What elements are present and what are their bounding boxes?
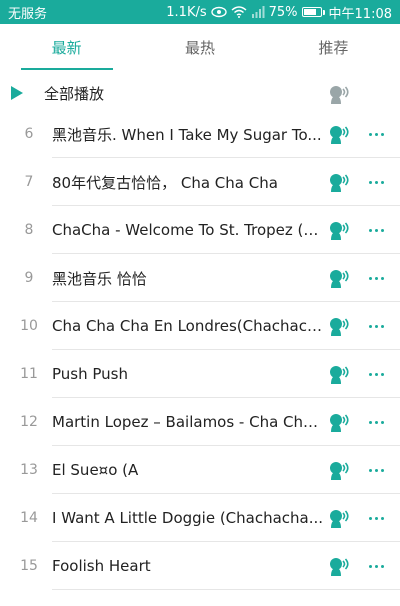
- status-bar: 无服务 1.1K/s 75% 中午11:08: [0, 0, 400, 24]
- song-number: 6: [24, 126, 34, 142]
- song-row[interactable]: 6 黑池音乐. When I Take My Sugar To...: [0, 110, 400, 158]
- more-options-icon[interactable]: [362, 506, 390, 530]
- singer-icon[interactable]: [328, 556, 350, 576]
- more-options-icon[interactable]: [362, 170, 390, 194]
- singer-icon[interactable]: [328, 364, 350, 384]
- tab-recommended[interactable]: 推荐: [267, 24, 400, 70]
- song-title: El Sue¤o (A: [52, 461, 139, 479]
- wifi-icon: [231, 6, 247, 18]
- song-row[interactable]: 11 Push Push: [0, 350, 400, 398]
- song-number: 10: [20, 318, 38, 334]
- clock: 中午11:08: [328, 6, 392, 22]
- singer-icon[interactable]: [328, 316, 350, 336]
- singer-icon[interactable]: [328, 460, 350, 480]
- status-indicators: 1.1K/s 75% 中午11:08: [166, 3, 392, 22]
- more-options-icon[interactable]: [362, 314, 390, 338]
- singer-icon[interactable]: [328, 268, 350, 288]
- song-row[interactable]: 7 80年代复古恰恰， Cha Cha Cha: [0, 158, 400, 206]
- song-row[interactable]: 10 Cha Cha Cha En Londres(Chachach...: [0, 302, 400, 350]
- song-row[interactable]: 9 黑池音乐 恰恰: [0, 254, 400, 302]
- more-options-icon[interactable]: [362, 122, 390, 146]
- song-row[interactable]: 8 ChaCha - Welcome To St. Tropez (3...: [0, 206, 400, 254]
- more-options-icon[interactable]: [362, 362, 390, 386]
- carrier-text: 无服务: [8, 6, 48, 22]
- song-title: 80年代复古恰恰， Cha Cha Cha: [52, 173, 278, 192]
- battery-icon: [301, 7, 325, 17]
- song-row[interactable]: 14 I Want A Little Doggie (Chachacha...: [0, 494, 400, 542]
- song-number: 8: [24, 222, 34, 238]
- song-list: 6 黑池音乐. When I Take My Sugar To... 7 80年…: [0, 110, 400, 590]
- tab-hottest[interactable]: 最热: [133, 24, 266, 70]
- more-options-icon[interactable]: [362, 458, 390, 482]
- battery-percent: 75%: [268, 4, 298, 20]
- song-title: Cha Cha Cha En Londres(Chachach...: [52, 317, 324, 335]
- song-number: 12: [20, 414, 38, 430]
- song-row[interactable]: 15 Foolish Heart: [0, 542, 400, 590]
- song-row[interactable]: 13 El Sue¤o (A: [0, 446, 400, 494]
- more-options-icon[interactable]: [362, 266, 390, 290]
- song-title: Martin Lopez – Bailamos - Cha Cha...: [52, 413, 324, 431]
- song-number: 11: [20, 366, 38, 382]
- song-title: Push Push: [52, 365, 128, 383]
- song-number: 13: [20, 462, 38, 478]
- singer-icon[interactable]: [328, 172, 350, 192]
- network-speed: 1.1K/s: [166, 4, 207, 20]
- song-title: 黑池音乐. When I Take My Sugar To...: [52, 125, 322, 144]
- play-icon: [11, 86, 23, 100]
- song-number: 7: [24, 174, 34, 190]
- more-options-icon[interactable]: [362, 410, 390, 434]
- song-title: I Want A Little Doggie (Chachacha...: [52, 509, 324, 527]
- singer-icon[interactable]: [328, 220, 350, 240]
- singer-icon[interactable]: [328, 124, 350, 144]
- singer-icon[interactable]: [328, 84, 350, 104]
- eye-icon: [210, 6, 227, 18]
- song-number: 15: [20, 558, 38, 574]
- tab-newest[interactable]: 最新: [0, 24, 133, 70]
- tab-bar: 最新 最热 推荐: [0, 24, 400, 70]
- singer-icon[interactable]: [328, 412, 350, 432]
- song-number: 14: [20, 510, 38, 526]
- song-title: ChaCha - Welcome To St. Tropez (3...: [52, 221, 324, 239]
- play-all-label: 全部播放: [44, 84, 105, 103]
- more-options-icon[interactable]: [362, 218, 390, 242]
- more-options-icon[interactable]: [362, 554, 390, 578]
- signal-icon: [251, 6, 265, 18]
- singer-icon[interactable]: [328, 508, 350, 528]
- song-title: 黑池音乐 恰恰: [52, 269, 147, 288]
- song-number: 9: [24, 270, 34, 286]
- song-title: Foolish Heart: [52, 557, 151, 575]
- song-row[interactable]: 12 Martin Lopez – Bailamos - Cha Cha...: [0, 398, 400, 446]
